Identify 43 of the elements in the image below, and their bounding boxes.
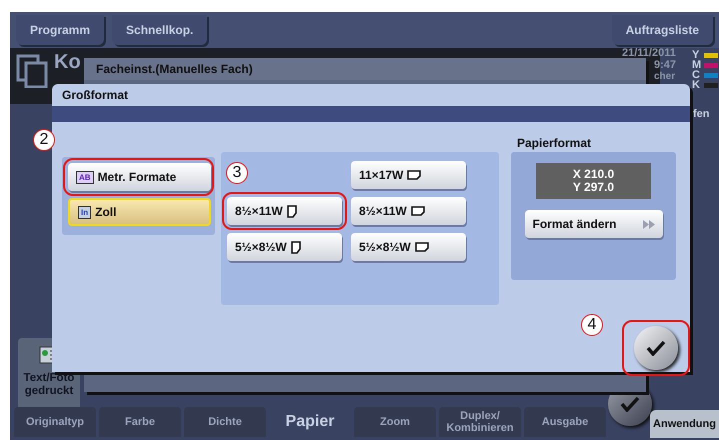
checkmark-icon [620,396,640,412]
function-tab[interactable]: Originaltyp [14,407,96,437]
top-bar-button[interactable]: Programm [16,15,104,45]
dimension-text: X 210.0 [572,168,614,181]
format-group-button[interactable]: In Zoll [68,198,211,226]
format-badge: AB [76,170,94,184]
paper-size-button[interactable]: 8½×11W [227,197,342,225]
top-bar-button[interactable]: Schnellkop. [112,15,208,45]
format-badge: In [78,206,92,218]
format-group-button[interactable]: AB Metr. Formate [68,163,211,191]
portrait-paper-icon [286,204,297,218]
paper-size-button[interactable]: 11×17W [351,161,466,189]
paper-format-label: Papierformat [517,135,592,152]
function-tab[interactable]: Farbe [99,407,181,437]
dialog-title: Facheinst.(Manuelles Fach) [96,61,253,78]
landscape-paper-icon [407,170,422,180]
screen-title: Ko [54,52,81,72]
function-tab[interactable]: Duplex/ Kombinieren [439,407,521,437]
function-tab[interactable]: Ausgabe [524,407,606,437]
landscape-paper-icon [414,242,429,252]
date-text: 21/11/2011 [622,48,676,59]
function-tab[interactable]: Zoom [354,407,436,437]
partial-button-text: fen [693,107,710,122]
format-change-button[interactable]: Format ändern [524,210,662,238]
paper-size-button[interactable]: 5½×8½W [351,233,466,261]
apply-button[interactable]: Anwendung [650,410,719,438]
paper-size-button[interactable]: 8½×11W [351,197,466,225]
original-type-text: gedruckt [24,385,74,398]
toner-label: Y [692,50,700,60]
double-arrow-icon [642,220,654,228]
function-tab[interactable]: Dichte [184,407,266,437]
dimension-text: Y 297.0 [572,181,614,194]
portrait-paper-icon [290,240,301,254]
toner-label: C [692,70,701,80]
landscape-paper-icon [410,206,425,216]
copy-pages-icon [16,54,48,88]
checkmark-icon [646,340,666,356]
paper-size-button[interactable]: 5½×8½W [227,233,342,261]
toner-label: M [692,60,701,70]
original-type-text: Text/Foto [24,372,74,385]
toner-label: K [692,80,701,90]
top-bar-button[interactable]: Auftragsliste [612,15,713,45]
dialog-title: Großformat [62,87,128,104]
